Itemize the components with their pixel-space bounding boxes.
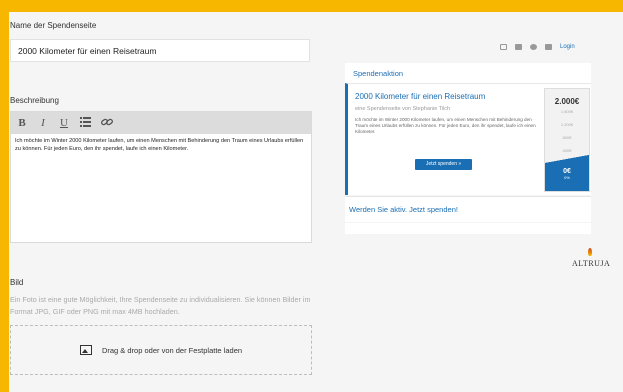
goal-amount: 2.000€ [554, 97, 580, 106]
description-text[interactable]: Ich möchte im Winter 2000 Kilometer lauf… [11, 134, 311, 156]
italic-button[interactable]: I [38, 117, 48, 129]
preview-header: Spendenaktion [345, 63, 591, 83]
donate-button[interactable]: Jetzt spenden » [415, 159, 472, 170]
tick-label: 400€ [562, 148, 572, 153]
underline-button[interactable]: U [59, 117, 69, 129]
tick-label: 1.200€ [560, 122, 574, 127]
google-plus-icon[interactable] [530, 44, 537, 50]
cta-box[interactable]: Werden Sie aktiv. Jetzt spenden! [345, 196, 591, 222]
list-icon[interactable] [80, 116, 91, 130]
tick-label: 1.600€ [560, 109, 574, 114]
image-help-text: Ein Foto ist eine gute Möglichkeit, Ihre… [10, 295, 311, 316]
image-icon [79, 345, 92, 355]
campaign-title[interactable]: 2000 Kilometer für einen Reisetraum [355, 92, 485, 101]
altruja-logo-icon [588, 248, 592, 256]
name-label: Name der Spendenseite [10, 21, 97, 30]
image-label: Bild [10, 278, 24, 287]
thermometer-fill: 0€ 0% [545, 155, 589, 191]
bold-button[interactable]: B [17, 117, 27, 129]
cta-box-footer [345, 223, 591, 234]
login-link[interactable]: Login [560, 44, 575, 50]
name-input[interactable] [10, 39, 310, 62]
donation-thermometer: 2.000€ 1.600€ 1.200€ 800€ 400€ 0€ 0% [544, 88, 590, 192]
share-icon[interactable] [515, 44, 522, 50]
description-label: Beschreibung [10, 96, 59, 105]
mail-icon[interactable] [500, 44, 507, 50]
raised-amount: 0€ [563, 168, 571, 175]
dropzone-label: Drag & drop oder von der Festplatte lade… [101, 345, 243, 355]
description-editor[interactable]: B I U Ich möchte im Winter 2000 Kilomete… [10, 111, 312, 243]
link-icon[interactable] [101, 117, 113, 130]
image-dropzone[interactable]: Drag & drop oder von der Festplatte lade… [10, 325, 312, 375]
editor-toolbar: B I U [11, 112, 311, 134]
social-bar: Login [500, 44, 575, 50]
campaign-text: Ich möchte im Winter 2000 Kilometer lauf… [355, 117, 536, 135]
tick-label: 800€ [562, 135, 572, 140]
campaign-subtitle: eine Spendenseite von Stephanie Tilch [355, 106, 451, 112]
campaign-card: 2000 Kilometer für einen Reisetraum eine… [345, 83, 591, 195]
facebook-icon[interactable] [545, 44, 552, 50]
raised-percent: 0% [564, 175, 570, 180]
altruja-logo: ALTRUJA [572, 259, 611, 268]
